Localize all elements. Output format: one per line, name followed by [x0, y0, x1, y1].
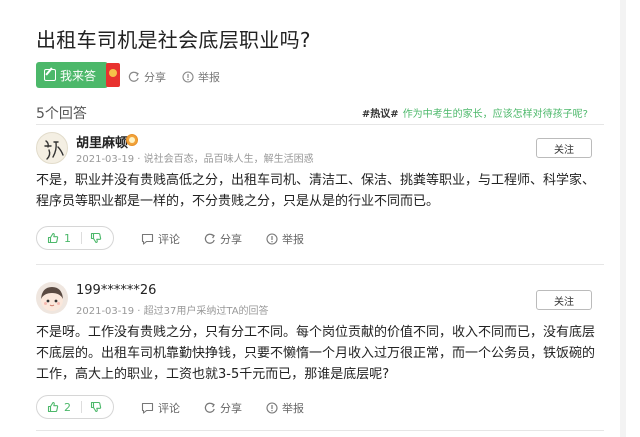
thumbs-down-icon	[90, 232, 102, 244]
answer-meta: 2021-03-19 · 超过37用户采纳过TA的回答	[76, 306, 269, 317]
answer-username[interactable]: 199******26	[76, 283, 156, 298]
like-count: 1	[64, 231, 71, 245]
answer-button[interactable]: 我来答	[36, 62, 120, 88]
answer-content: 不是呀。工作没有贵贱之分，只有分工不同。每个岗位贡献的价值不同，收入不同而已，没…	[36, 325, 596, 382]
hot-topic-text: 作为中考生的家长，应该怎样对待孩子呢?	[402, 109, 588, 120]
avatar[interactable]	[36, 132, 68, 164]
follow-button[interactable]: 关注	[536, 138, 592, 158]
scrollbar-track[interactable]	[620, 0, 626, 437]
comment-label: 评论	[158, 402, 180, 415]
like-button[interactable]: 2	[37, 401, 81, 414]
divider	[36, 124, 604, 125]
question-actions: 我来答	[36, 62, 120, 88]
report-button[interactable]: 举报	[182, 69, 220, 85]
answer-username[interactable]: 胡里麻顿	[76, 132, 128, 151]
answer-meta: 2021-03-19 · 说社会百态，品百味人生，解生活困惑	[76, 154, 314, 165]
share-icon	[128, 71, 139, 82]
hot-topic-link[interactable]: #热议# 作为中考生的家长，应该怎样对待孩子呢?	[362, 105, 588, 120]
divider	[36, 430, 604, 431]
edit-icon	[44, 69, 56, 81]
like-count: 2	[64, 400, 71, 414]
share-label: 分享	[220, 402, 242, 415]
report-label: 举报	[198, 71, 220, 84]
answers-count: 5个回答	[36, 106, 87, 122]
avatar[interactable]	[36, 282, 68, 314]
comment-button[interactable]: 评论	[141, 231, 180, 247]
cartoon-girl-avatar-icon	[41, 287, 63, 311]
divider	[36, 264, 604, 265]
like-button[interactable]: 1	[37, 232, 81, 245]
report-button[interactable]: 举报	[266, 231, 304, 247]
badge-icon	[126, 134, 138, 146]
dislike-button[interactable]	[82, 232, 102, 244]
dislike-button[interactable]	[82, 401, 102, 413]
hot-topic-tag: #热议#	[361, 109, 399, 120]
follow-button[interactable]: 关注	[536, 290, 592, 310]
vote-group: 2	[36, 395, 114, 419]
share-label: 分享	[144, 71, 166, 84]
share-button[interactable]: 分享	[128, 69, 166, 85]
calligraphy-avatar-icon	[44, 140, 64, 160]
report-icon	[182, 71, 194, 83]
share-icon	[204, 402, 215, 413]
answer-content: 不是，职业并没有贵贱高低之分，出租车司机、清洁工、保洁、挑粪等职业，与工程师、科…	[36, 173, 596, 209]
comment-label: 评论	[158, 233, 180, 246]
red-packet-icon[interactable]	[106, 63, 120, 87]
report-button[interactable]: 举报	[266, 400, 304, 416]
report-label: 举报	[282, 233, 304, 246]
report-icon	[266, 233, 278, 245]
question-title: 出租车司机是社会底层职业吗?	[36, 28, 311, 52]
thumbs-up-icon	[47, 232, 59, 244]
comment-icon	[141, 402, 154, 414]
report-label: 举报	[282, 402, 304, 415]
share-label: 分享	[220, 233, 242, 246]
share-button[interactable]: 分享	[204, 231, 242, 247]
vote-group: 1	[36, 226, 114, 250]
share-icon	[204, 233, 215, 244]
thumbs-up-icon	[47, 401, 59, 413]
report-icon	[266, 402, 278, 414]
answer-button-label: 我来答	[60, 68, 97, 83]
thumbs-down-icon	[90, 401, 102, 413]
comment-button[interactable]: 评论	[141, 400, 180, 416]
comment-icon	[141, 233, 154, 245]
share-button[interactable]: 分享	[204, 400, 242, 416]
